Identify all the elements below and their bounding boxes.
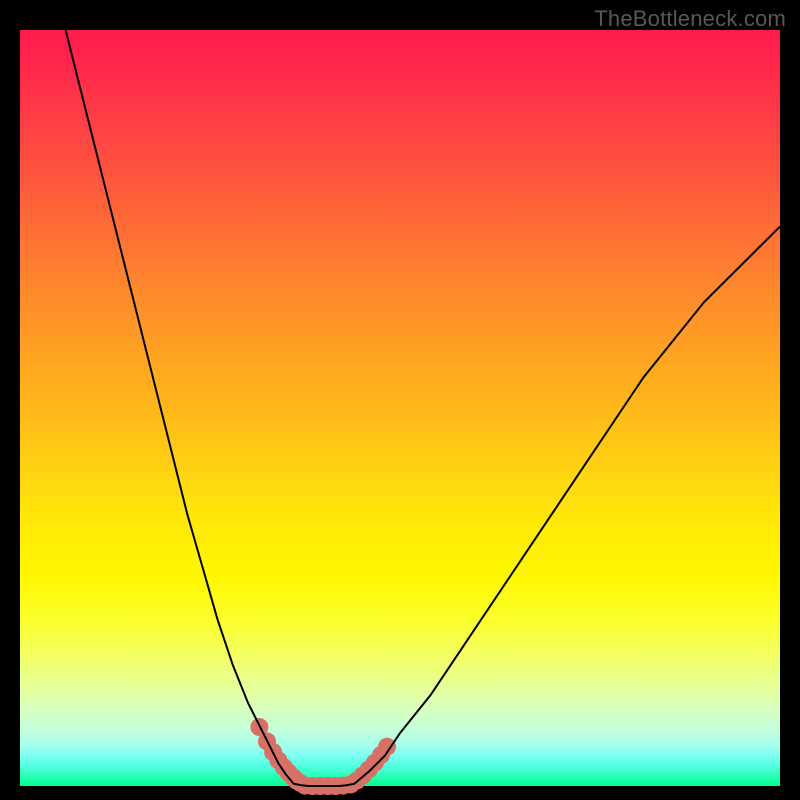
bottleneck-curve — [66, 30, 780, 786]
line-layer — [66, 30, 780, 786]
chart-container: TheBottleneck.com — [0, 0, 800, 800]
attribution-label: TheBottleneck.com — [594, 6, 786, 32]
chart-svg — [20, 30, 780, 786]
marker-layer — [250, 718, 396, 795]
plot-area — [20, 30, 780, 786]
